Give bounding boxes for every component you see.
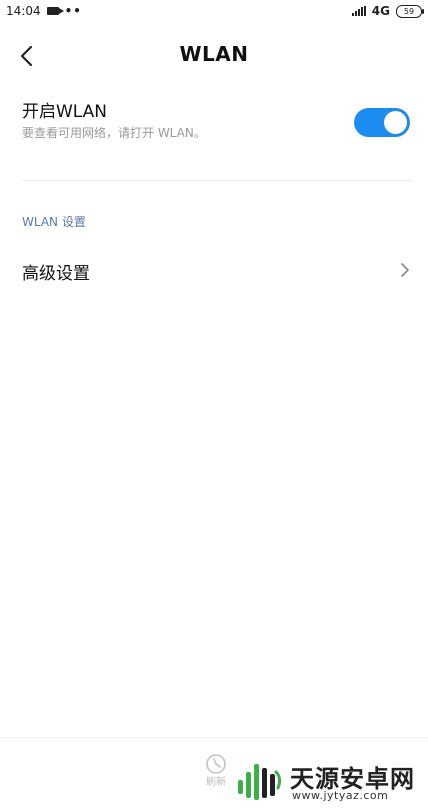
section-header-wlan-settings: WLAN 设置 bbox=[22, 215, 86, 229]
advanced-settings-label: 高级设置 bbox=[22, 264, 90, 284]
wlan-toggle-row[interactable]: 开启WLAN 要查看可用网络，请打开 WLAN。 bbox=[22, 100, 412, 150]
divider bbox=[22, 180, 412, 181]
signal-icon bbox=[351, 6, 366, 16]
advanced-settings-row[interactable]: 高级设置 bbox=[0, 250, 428, 290]
wlan-toggle-subtitle: 要查看可用网络，请打开 WLAN。 bbox=[22, 126, 206, 140]
refresh-label: 刷新 bbox=[206, 777, 226, 788]
refresh-button[interactable]: 刷新 bbox=[198, 752, 234, 796]
wlan-toggle-switch[interactable] bbox=[354, 108, 410, 137]
android-logo-icon bbox=[238, 764, 282, 800]
header: WLAN bbox=[0, 30, 428, 80]
video-camera-icon bbox=[46, 7, 64, 15]
status-time: 14:04 bbox=[6, 4, 41, 18]
chevron-right-icon bbox=[401, 263, 409, 277]
bottom-divider bbox=[0, 737, 428, 738]
network-type: 4G bbox=[371, 4, 390, 18]
toggle-knob bbox=[384, 111, 407, 134]
status-right: 4G 59 bbox=[351, 4, 424, 18]
screen: 14:04 •• 4G 59 WLAN 开启WLAN 要查看可用网络，请打开 W… bbox=[0, 0, 428, 810]
refresh-icon bbox=[206, 754, 226, 774]
status-bar: 14:04 •• 4G 59 bbox=[0, 0, 428, 24]
watermark: 天源安卓网 www.jytyaz.com bbox=[236, 756, 426, 806]
page-title: WLAN bbox=[179, 42, 249, 66]
watermark-url: www.jytyaz.com bbox=[292, 789, 389, 802]
status-left: 14:04 •• bbox=[6, 4, 82, 18]
battery-icon: 59 bbox=[396, 4, 424, 18]
status-dots: •• bbox=[64, 4, 82, 18]
